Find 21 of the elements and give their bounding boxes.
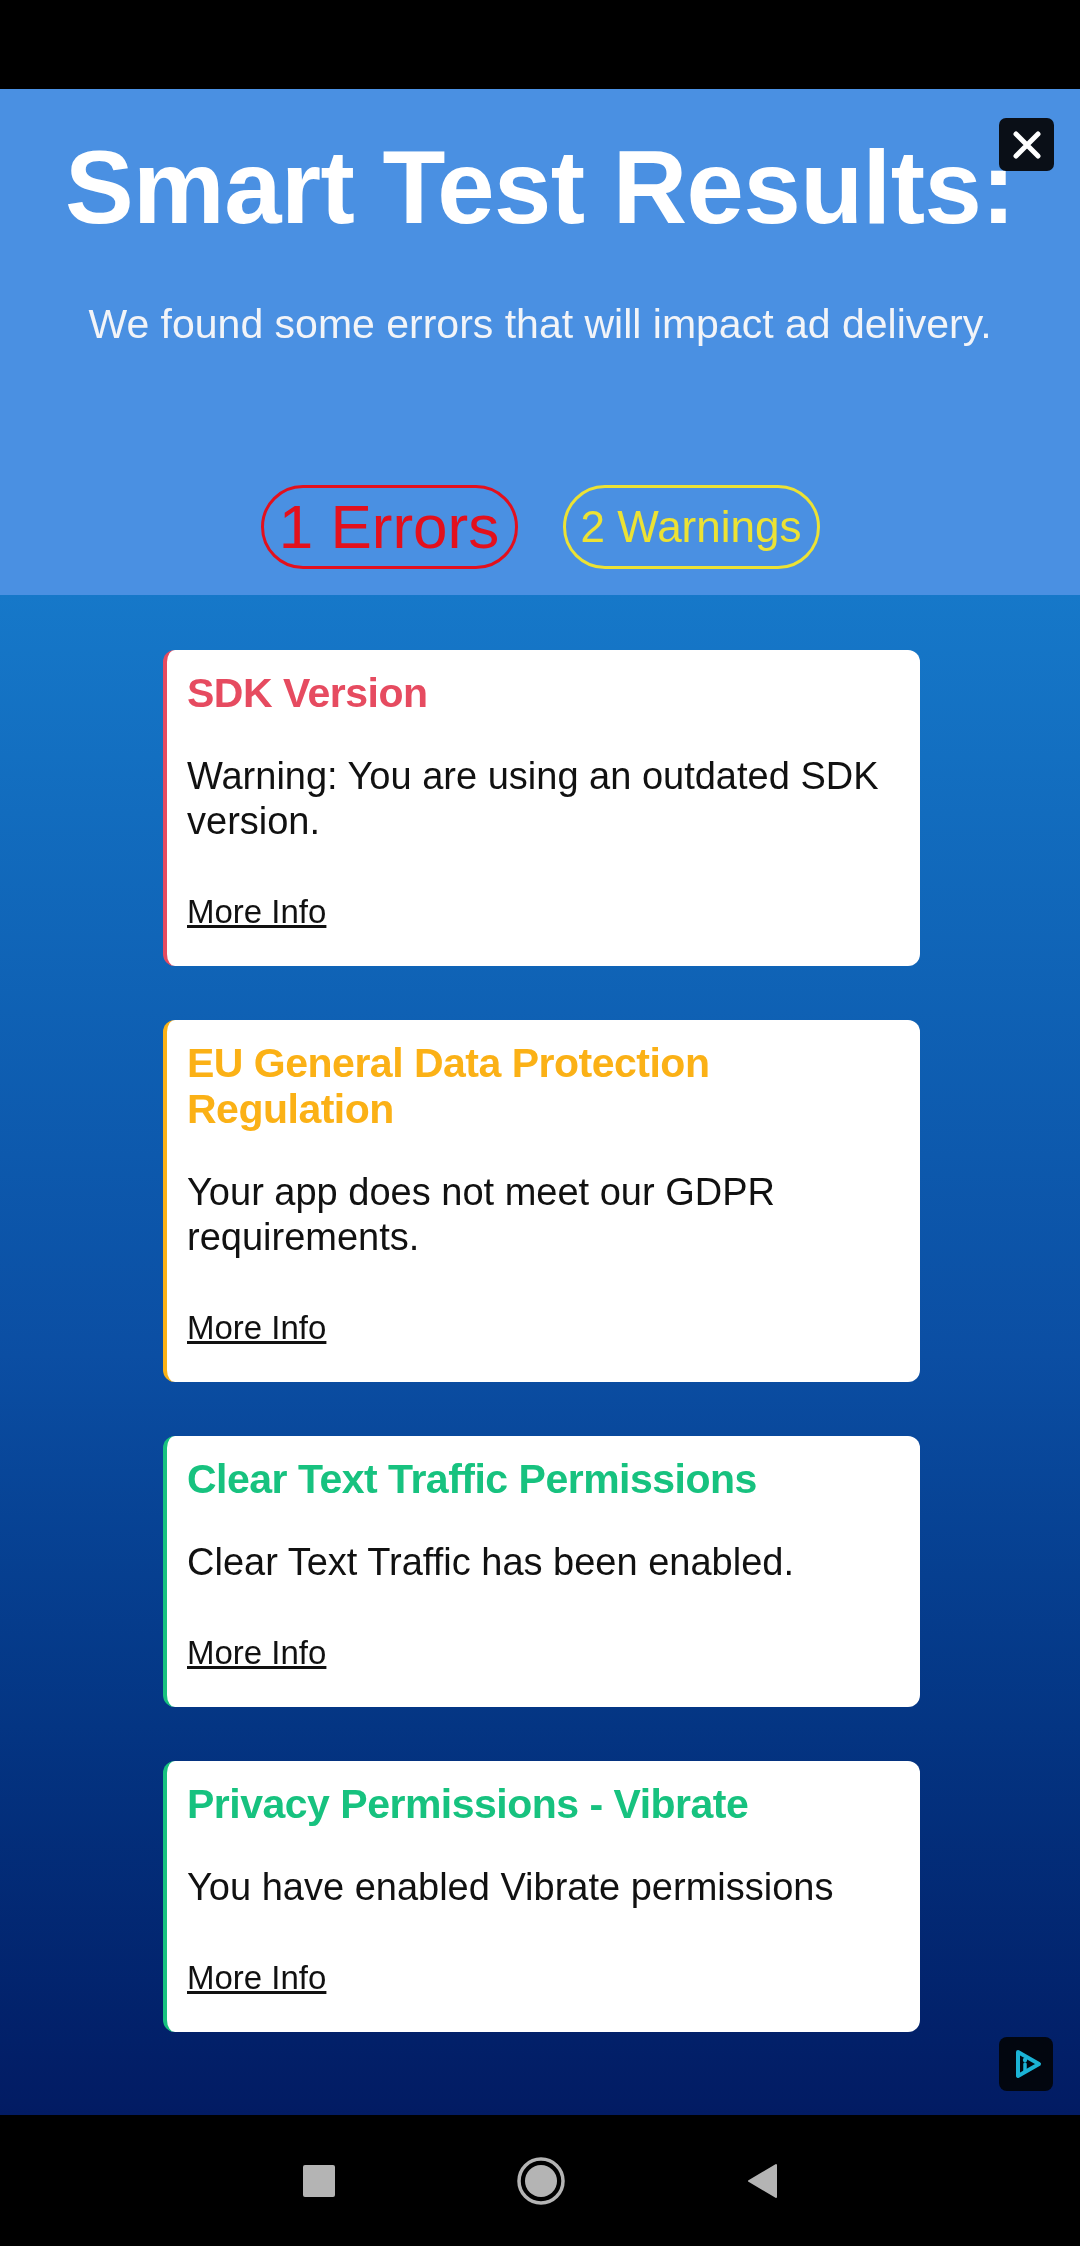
more-info-link[interactable]: More Info [187,1631,327,1675]
more-info-link[interactable]: More Info [187,1306,327,1350]
issue-message: Your app does not meet our GDPR requirements. [187,1170,776,1260]
issue-title: EU General Data Protection Regulation [187,1040,711,1132]
issue-title: SDK Version [187,670,429,716]
page-title: Smart Test Results: [64,131,1016,245]
more-info-link[interactable]: More Info [187,890,327,934]
issue-title: Privacy Permissions - Vibrate [187,1781,750,1827]
issue-message: You have enabled Vibrate permissions [187,1865,835,1910]
more-info-link[interactable]: More Info [187,1956,327,2000]
back-icon[interactable] [746,2162,778,2199]
issue-message: Clear Text Traffic has been enabled. [187,1540,795,1585]
info-play-icon[interactable] [999,2037,1053,2091]
error-count-pill: 1 Errors [260,485,518,569]
issue-message: Warning: You are using an outdated SDK version. [187,754,880,844]
square-icon[interactable] [302,2164,335,2197]
home-icon[interactable] [516,2156,565,2205]
issue-title: Clear Text Traffic Permissions [187,1456,758,1502]
warning-count-pill: 2 Warnings [562,485,820,569]
page-subtitle: We found some errors that will impact ad delivery. [88,300,992,348]
close-icon [1012,130,1041,159]
